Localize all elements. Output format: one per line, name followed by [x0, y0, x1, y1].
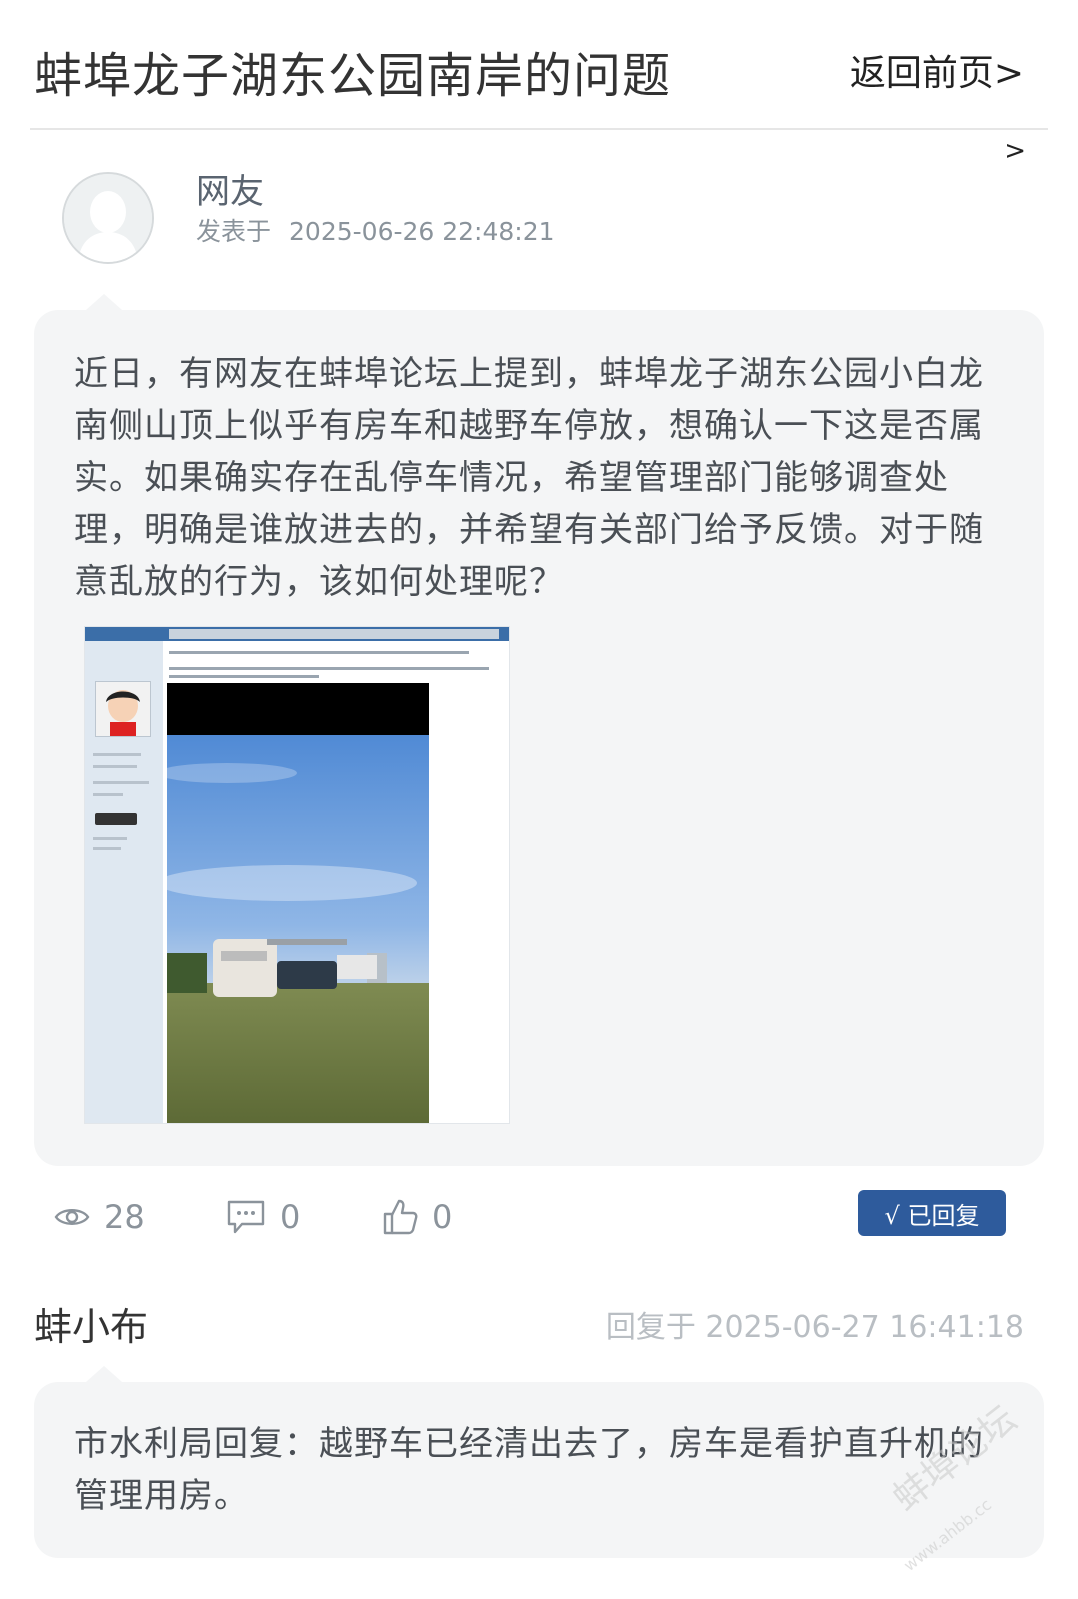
screenshot-text-line — [93, 753, 141, 756]
header-divider — [30, 128, 1048, 130]
screenshot-sidebar — [85, 641, 163, 1123]
screenshot-text-line — [169, 667, 489, 670]
likes-stat[interactable]: 0 — [382, 1192, 452, 1242]
eye-icon — [54, 1209, 90, 1225]
back-button[interactable]: 返回前页> — [850, 44, 1024, 96]
attached-screenshot[interactable] — [84, 626, 510, 1124]
screenshot-text-line — [93, 793, 123, 796]
post-meta: 发表于 2025-06-26 22:48:21 — [196, 212, 555, 248]
screenshot-text-line — [93, 847, 121, 850]
comments-count: 0 — [280, 1198, 301, 1236]
bubble-tip — [86, 294, 122, 310]
avatar[interactable] — [62, 172, 154, 264]
reply-time: 回复于 2025-06-27 16:41:18 — [605, 1310, 1024, 1345]
posted-time: 2025-06-26 22:48:21 — [289, 217, 555, 246]
screenshot-text-line — [93, 781, 149, 784]
question-text: 近日，有网友在蚌埠论坛上提到，蚌埠龙子湖东公园小白龙南侧山顶上似乎有房车和越野车… — [74, 354, 984, 602]
reply-text: 市水利局回复：越野车已经清出去了，房车是看护直升机的管理用房。 — [74, 1424, 984, 1516]
screenshot-text-line — [93, 765, 137, 768]
comment-icon — [227, 1200, 265, 1234]
thumbs-up-icon — [383, 1199, 418, 1235]
screenshot-level-badge — [95, 813, 137, 825]
posted-label: 发表于 — [196, 217, 272, 246]
screenshot-title-bar — [169, 629, 499, 639]
screenshot-text-line — [169, 651, 469, 654]
screenshot-text-line — [169, 675, 319, 678]
likes-count: 0 — [432, 1198, 453, 1236]
page-title: 蚌埠龙子湖东公园南岸的问题 — [34, 48, 672, 104]
screenshot-user-avatar — [95, 681, 151, 737]
chevron-right-icon[interactable]: > — [1004, 136, 1026, 166]
author-name[interactable]: 网友 — [196, 164, 264, 213]
bubble-tip — [86, 1366, 122, 1382]
default-avatar-icon — [64, 174, 152, 262]
screenshot-redaction — [167, 683, 429, 735]
status-badge: √ 已回复 — [858, 1190, 1006, 1236]
views-stat: 28 — [54, 1192, 145, 1242]
rv-photo — [167, 683, 429, 1123]
comments-stat[interactable]: 0 — [226, 1192, 300, 1242]
question-card: 近日，有网友在蚌埠论坛上提到，蚌埠龙子湖东公园小白龙南侧山顶上似乎有房车和越野车… — [34, 310, 1044, 1166]
views-count: 28 — [104, 1198, 145, 1236]
page-header: 蚌埠龙子湖东公园南岸的问题 返回前页> — [0, 0, 1078, 130]
screenshot-text-line — [93, 837, 127, 840]
reply-author[interactable]: 蚌小布 — [34, 1296, 148, 1351]
